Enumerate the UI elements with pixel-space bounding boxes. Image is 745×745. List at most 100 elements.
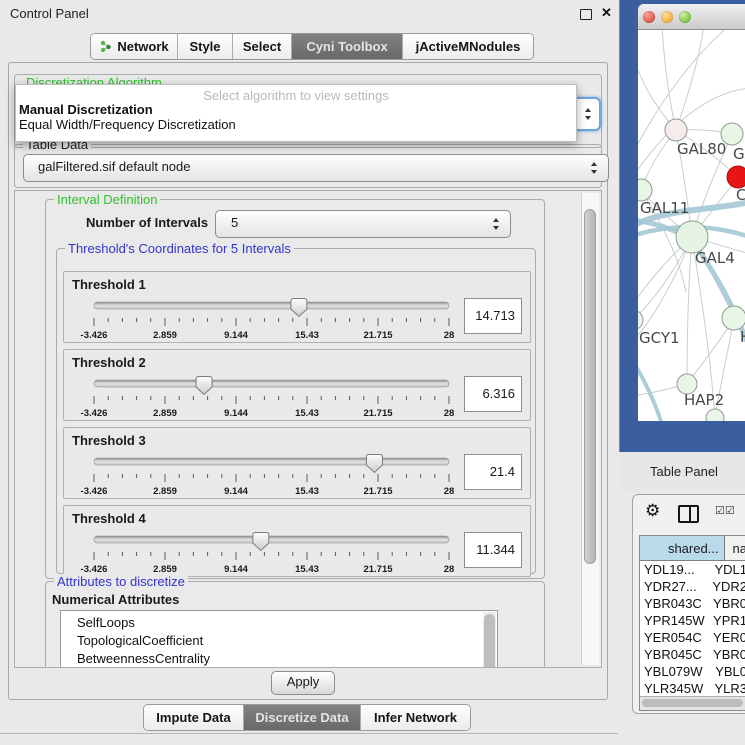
list-scrollbar[interactable] xyxy=(483,612,496,668)
svg-text:21.715: 21.715 xyxy=(363,564,393,575)
settings-scroll-area: Interval Definition Number of Intervals … xyxy=(14,190,602,668)
spinner-arrows-icon xyxy=(493,218,500,230)
horizontal-scrollbar[interactable] xyxy=(640,696,745,710)
table-row[interactable]: YER054CYER0 xyxy=(640,629,745,646)
bottom-tab-bar: Impute Data Discretize Data Infer Networ… xyxy=(143,704,471,731)
table-row[interactable]: YDL19...YDL1 xyxy=(640,561,745,578)
columns-icon[interactable] xyxy=(678,505,699,523)
cell-name: YBR0 xyxy=(710,595,745,612)
attribute-item[interactable]: BetweennessCentrality xyxy=(61,650,497,668)
svg-text:2.859: 2.859 xyxy=(153,408,177,419)
threshold-value-input[interactable]: 6.316 xyxy=(464,376,522,412)
slider-thumb[interactable] xyxy=(196,377,212,395)
network-node[interactable] xyxy=(722,306,745,330)
attribute-item[interactable]: SelfLoops xyxy=(61,614,497,632)
slider-thumb[interactable] xyxy=(291,299,307,317)
attributes-group: Attributes to discretize Numerical Attri… xyxy=(45,581,545,668)
float-window-icon[interactable] xyxy=(580,9,592,20)
scrollbar-thumb[interactable] xyxy=(584,209,596,564)
tab-select[interactable]: Select xyxy=(232,34,291,59)
network-graph: GAL80GACGAL11GAL4GCY1HHAP2 xyxy=(638,30,745,421)
threshold-value-input[interactable]: 14.713 xyxy=(464,298,522,334)
threshold-value-input[interactable]: 11.344 xyxy=(464,532,522,568)
svg-text:15.43: 15.43 xyxy=(295,330,319,341)
cell-shared-name: YER054C xyxy=(640,629,710,646)
tab-infer-network[interactable]: Infer Network xyxy=(360,705,470,730)
threshold-slider[interactable]: -3.4262.8599.14415.4321.71528 xyxy=(64,454,530,498)
scrollbar-thumb[interactable] xyxy=(642,699,743,707)
network-node[interactable] xyxy=(638,310,643,330)
tab-label: Network xyxy=(117,39,168,54)
svg-text:21.715: 21.715 xyxy=(363,486,393,497)
algorithm-option[interactable]: Equal Width/Frequency Discretization xyxy=(19,117,573,132)
threshold-slider[interactable]: -3.4262.8599.14415.4321.71528 xyxy=(64,298,530,342)
network-node[interactable] xyxy=(638,179,652,201)
minimize-traffic-light-icon[interactable] xyxy=(661,11,673,23)
num-intervals-spinner[interactable]: 5 xyxy=(215,210,511,238)
cell-name: YDR2 xyxy=(709,578,745,595)
tab-label: Discretize Data xyxy=(255,710,348,725)
threshold-slider[interactable]: -3.4262.8599.14415.4321.71528 xyxy=(64,532,530,576)
interval-definition-group: Interval Definition Number of Intervals … xyxy=(45,199,545,579)
spinner-arrows-icon xyxy=(591,162,598,174)
table-data-combobox[interactable]: galFiltered.sif default node xyxy=(23,154,609,182)
network-node[interactable] xyxy=(665,119,687,141)
algorithm-dropdown-popup: Select algorithm to view settings Manual… xyxy=(15,84,577,142)
threshold-row: Threshold 3-3.4262.8599.14415.4321.71528… xyxy=(63,427,531,499)
cell-name: YER0 xyxy=(710,629,745,646)
node-label: GAL80 xyxy=(677,140,726,158)
tab-cyni-toolbox[interactable]: Cyni Toolbox xyxy=(291,34,402,59)
table-row[interactable]: YDR27...YDR2 xyxy=(640,578,745,595)
select-columns-icon[interactable]: ☑☑ xyxy=(715,504,735,517)
svg-text:9.144: 9.144 xyxy=(224,486,248,497)
network-node[interactable] xyxy=(721,123,743,145)
tab-label: Cyni Toolbox xyxy=(306,39,387,54)
close-icon[interactable]: ✕ xyxy=(601,5,612,21)
threshold-value-input[interactable]: 21.4 xyxy=(464,454,522,490)
svg-text:-3.426: -3.426 xyxy=(81,408,108,419)
cell-name: YBL0 xyxy=(712,663,745,680)
table-row[interactable]: YBL079WYBL0 xyxy=(640,663,745,680)
table-row[interactable]: YLR345WYLR3 xyxy=(640,680,745,697)
cell-name: YLR3 xyxy=(711,680,745,697)
algorithm-option[interactable]: Manual Discretization xyxy=(19,102,573,117)
scrollbar-thumb[interactable] xyxy=(484,614,495,668)
close-traffic-light-icon[interactable] xyxy=(643,11,655,23)
slider-thumb[interactable] xyxy=(366,455,382,473)
column-header-shared-name[interactable]: shared... xyxy=(640,536,725,561)
network-edge xyxy=(676,30,704,130)
tab-style[interactable]: Style xyxy=(177,34,232,59)
numerical-attributes-list[interactable]: SelfLoopsTopologicalCoefficientBetweenne… xyxy=(60,610,498,668)
table-row[interactable]: YBR045CYBR0 xyxy=(640,646,745,663)
network-window-titlebar[interactable] xyxy=(638,4,745,30)
table-row[interactable]: YBR043CYBR0 xyxy=(640,595,745,612)
tab-network[interactable]: Network xyxy=(91,34,177,59)
attribute-item[interactable]: TopologicalCoefficient xyxy=(61,632,497,650)
threshold-slider[interactable]: -3.4262.8599.14415.4321.71528 xyxy=(64,376,530,420)
network-edge xyxy=(687,237,692,384)
column-header-name[interactable]: na xyxy=(725,536,745,561)
panel-scrollbar[interactable] xyxy=(581,193,599,665)
titlebar: Control Panel ✕ xyxy=(0,0,618,28)
gear-icon[interactable]: ⚙ xyxy=(645,501,660,521)
tab-label: Select xyxy=(243,39,281,54)
tab-impute-data[interactable]: Impute Data xyxy=(144,705,243,730)
zoom-traffic-light-icon[interactable] xyxy=(679,11,691,23)
table-row[interactable]: YPR145WYPR1 xyxy=(640,612,745,629)
network-node[interactable] xyxy=(706,409,724,421)
slider-thumb[interactable] xyxy=(253,533,269,551)
group-title: Threshold's Coordinates for 5 Intervals xyxy=(65,241,294,256)
tab-discretize-data[interactable]: Discretize Data xyxy=(243,705,360,730)
threshold-label: Threshold 2 xyxy=(72,355,146,370)
apply-button[interactable]: Apply xyxy=(271,671,335,695)
svg-text:15.43: 15.43 xyxy=(295,564,319,575)
network-canvas[interactable]: GAL80GACGAL11GAL4GCY1HHAP2 xyxy=(638,30,745,421)
svg-text:15.43: 15.43 xyxy=(295,408,319,419)
attribute-items: SelfLoopsTopologicalCoefficientBetweenne… xyxy=(61,611,497,668)
combobox-value: galFiltered.sif default node xyxy=(38,159,190,174)
svg-text:9.144: 9.144 xyxy=(224,564,248,575)
network-node[interactable] xyxy=(727,166,745,188)
threshold-rows: Threshold 1-3.4262.8599.14415.4321.71528… xyxy=(63,271,529,583)
tab-jactivemnodules[interactable]: jActiveMNodules xyxy=(402,34,533,59)
tab-label: jActiveMNodules xyxy=(416,39,521,54)
